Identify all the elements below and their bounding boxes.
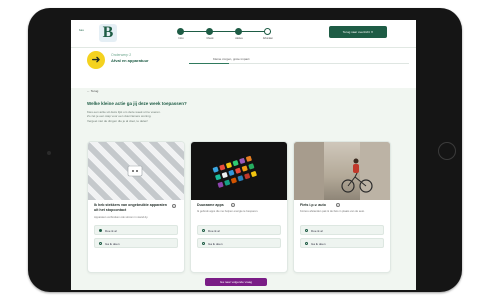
option-label: Ga ik doen [105, 241, 120, 246]
card-3-option-doe-ik-al[interactable]: Doe ik al [300, 225, 384, 235]
step-3-dot[interactable] [235, 28, 242, 35]
action-card-2[interactable]: Duurzame apps i Ik gebruik apps die me h… [190, 141, 288, 273]
option-label: Ga ik doen [208, 241, 223, 246]
option-label: Doe ik al [105, 228, 117, 233]
next-question-button[interactable]: Ga naar volgende vraag [205, 278, 267, 286]
info-icon[interactable]: i [336, 203, 340, 208]
step-4-label: Afronden [262, 37, 274, 40]
card-image-cyclist [294, 142, 390, 200]
question-title: Welke kleine actie ga jij deze week toep… [87, 101, 187, 106]
action-card-1[interactable]: Ik heb stekkers van ongebruikte apparate… [87, 141, 185, 273]
power-socket-icon [127, 165, 143, 177]
step-2-dot[interactable] [206, 28, 213, 35]
info-icon[interactable]: i [231, 203, 235, 208]
description-line: Vergeet niet de dingen die je al doet, t… [87, 118, 149, 123]
card-3-option-ga-ik-doen[interactable]: Ga ik doen [300, 238, 384, 248]
progress-title: Afval en apparatuur [111, 58, 149, 63]
home-button[interactable] [438, 142, 456, 160]
step-4-dot[interactable] [264, 28, 271, 35]
option-label: Doe ik al [208, 228, 220, 233]
radio-icon [99, 229, 102, 232]
card-image-apps [191, 142, 287, 200]
card-1-option-doe-ik-al[interactable]: Doe ik al [94, 225, 178, 235]
radio-icon [202, 242, 205, 245]
step-1-dot[interactable] [177, 28, 184, 35]
step-3-label: Advies [235, 37, 243, 40]
top-bar: bas B Intro Check Advies Afronden Terug … [71, 20, 416, 48]
step-1-label: Intro [178, 37, 184, 40]
logo[interactable]: B [99, 24, 117, 42]
info-icon[interactable]: i [172, 204, 176, 209]
radio-icon [99, 242, 102, 245]
back-link[interactable]: ← Terug [87, 89, 98, 93]
card-1-title: Ik heb stekkers van ongebruikte apparate… [94, 203, 167, 212]
logo-small-text: bas [79, 28, 84, 32]
progress-step-text: Kleine zorgen, grote impact [213, 57, 250, 61]
progress-track [189, 63, 409, 64]
arrow-right-icon: ➜ [87, 51, 105, 69]
back-to-overview-button[interactable]: Terug naar overzicht ✕ [329, 26, 387, 38]
option-label: Doe ik al [311, 228, 323, 233]
radio-icon [202, 229, 205, 232]
radio-icon [305, 242, 308, 245]
bicycle-icon [294, 142, 390, 200]
card-image-socket [88, 142, 184, 200]
app-grid-icon [212, 155, 257, 188]
card-2-title: Duurzame apps [197, 203, 224, 207]
stepper: Intro Check Advies Afronden [177, 28, 277, 40]
progress-header: ➜ Onderwerp 2 Afval en apparatuur Kleine… [71, 48, 416, 88]
card-1-option-ga-ik-doen[interactable]: Ga ik doen [94, 238, 178, 248]
app-screen: bas B Intro Check Advies Afronden Terug … [71, 20, 416, 290]
question-description: Kies een actie uit deze lijst om deze we… [87, 110, 237, 123]
progress-category: Onderwerp 2 [111, 53, 132, 57]
card-2-option-ga-ik-doen[interactable]: Ga ik doen [197, 238, 281, 248]
card-2-option-doe-ik-al[interactable]: Doe ik al [197, 225, 281, 235]
camera [47, 151, 51, 155]
step-2-label: Check [206, 37, 214, 40]
action-card-3[interactable]: Fiets i.p.v. auto i Kortere afstanden pa… [293, 141, 391, 273]
radio-icon [305, 229, 308, 232]
card-2-desc: Ik gebruik apps die me helpen energie te… [197, 210, 259, 213]
progress-fill [189, 63, 229, 64]
option-label: Ga ik doen [311, 241, 326, 246]
card-3-desc: Kortere afstanden pak ik de fiets in pla… [300, 210, 365, 213]
stepper-line [181, 31, 271, 32]
card-1-desc: Apparaten verbruiken ook stroom in stand… [94, 216, 149, 219]
